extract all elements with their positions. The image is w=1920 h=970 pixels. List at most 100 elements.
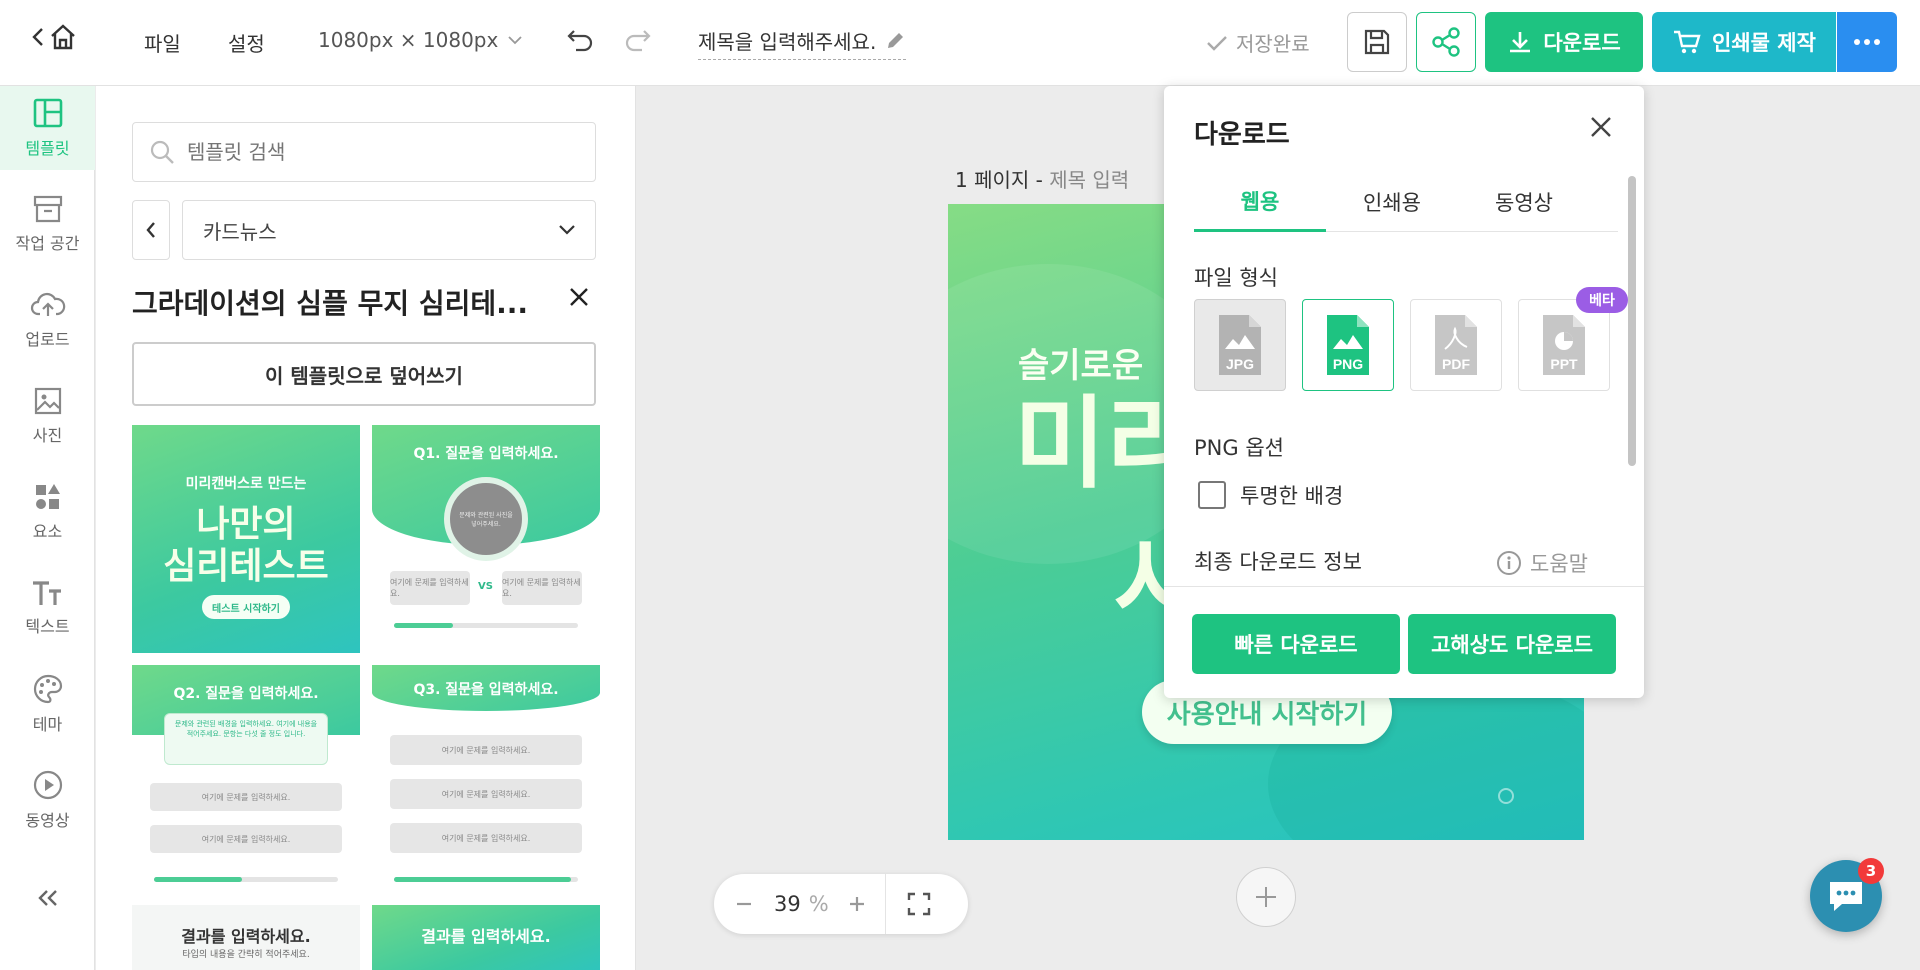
text-icon (31, 579, 65, 613)
home-button[interactable] (30, 22, 78, 52)
cart-icon (1672, 28, 1702, 56)
format-pdf-label: PDF (1442, 356, 1470, 372)
sidebar-item-upload[interactable]: 업로드 (0, 278, 95, 362)
zoom-out-button[interactable] (734, 894, 754, 914)
transparent-bg-option[interactable]: 투명한 배경 (1198, 480, 1343, 510)
collapse-sidebar-button[interactable] (0, 876, 95, 926)
jpg-file-icon: JPG (1219, 315, 1261, 375)
template-thumb-q1[interactable]: Q1. 질문을 입력하세요. 문제와 관련된 사진을 넣어주세요. 여기에 문제… (372, 425, 600, 653)
template-thumb-cover[interactable]: 미리캔버스로 만드는 나만의 심리테스트 테스트 시작하기 (132, 425, 360, 653)
template-thumb-result1[interactable]: 결과를 입력하세요. 타입의 내용을 간략히 적어주세요. (132, 905, 360, 970)
pencil-icon (884, 30, 906, 52)
sidebar-item-theme[interactable]: 테마 (0, 662, 95, 746)
thumb-text: 여기에 문제를 입력하세요. (502, 571, 582, 605)
sidebar-item-workspace[interactable]: 작업 공간 (0, 182, 95, 266)
tab-video[interactable]: 동영상 (1458, 172, 1590, 232)
download-scrollbar[interactable] (1628, 176, 1636, 466)
category-back-button[interactable] (132, 200, 170, 260)
chat-badge: 3 (1858, 858, 1884, 884)
download-icon (1507, 29, 1533, 55)
undo-button[interactable] (566, 28, 594, 52)
template-thumb-result2[interactable]: 결과를 입력하세요. (372, 905, 600, 970)
close-icon (1588, 114, 1614, 140)
plus-icon (1254, 885, 1278, 909)
png-options-label: PNG 옵션 (1194, 436, 1284, 460)
sidebar-label: 텍스트 (25, 617, 70, 636)
redo-icon (624, 28, 652, 52)
progress-fill (154, 877, 243, 882)
png-file-icon: PNG (1327, 315, 1369, 375)
format-png[interactable]: PNG (1302, 299, 1394, 391)
overwrite-template-button[interactable]: 이 템플릿으로 덮어쓰기 (132, 342, 596, 406)
download-button[interactable]: 다운로드 (1485, 12, 1643, 72)
undo-icon (566, 28, 594, 52)
share-icon (1430, 26, 1462, 58)
more-icon (1852, 38, 1882, 46)
hires-download-button[interactable]: 고해상도 다운로드 (1408, 614, 1616, 674)
download-panel: 다운로드 웹용 인쇄용 동영상 파일 형식 JPG PNG PDF PPT 베타… (1164, 86, 1644, 698)
thumb-text: 여기에 문제를 입력하세요. (150, 825, 342, 853)
sidebar-item-text[interactable]: 텍스트 (0, 566, 95, 650)
sidebar-label: 작업 공간 (15, 234, 80, 253)
save-icon (1362, 27, 1392, 57)
share-button[interactable] (1416, 12, 1476, 72)
tab-web[interactable]: 웹용 (1194, 172, 1326, 232)
tab-print[interactable]: 인쇄용 (1326, 172, 1458, 232)
sidebar-item-photo[interactable]: 사진 (0, 374, 95, 458)
quick-download-button[interactable]: 빠른 다운로드 (1192, 614, 1400, 674)
save-status-label: 저장완료 (1236, 32, 1310, 56)
thumb-text: Q1. 질문을 입력하세요. (413, 446, 559, 462)
category-select[interactable]: 카드뉴스 (182, 200, 596, 260)
close-template-button[interactable] (566, 284, 592, 314)
thumb-text: 여기에 문제를 입력하세요. (390, 779, 582, 809)
search-input[interactable] (187, 140, 567, 164)
play-icon (32, 769, 64, 807)
format-png-label: PNG (1333, 356, 1363, 372)
format-pdf[interactable]: PDF (1410, 299, 1502, 391)
file-menu[interactable]: 파일 (144, 28, 181, 57)
more-button[interactable] (1837, 12, 1897, 72)
fullscreen-icon[interactable] (906, 891, 932, 917)
page-number: 1 페이지 - (955, 168, 1043, 192)
transparent-bg-label: 투명한 배경 (1240, 484, 1344, 508)
zoom-in-button[interactable] (847, 894, 867, 914)
settings-menu[interactable]: 설정 (228, 28, 265, 57)
sidebar-item-video[interactable]: 동영상 (0, 758, 95, 842)
save-button[interactable] (1347, 12, 1407, 72)
thumb-text: 결과를 입력하세요. (421, 927, 551, 946)
redo-button[interactable] (624, 28, 652, 52)
template-title: 그라데이션의 심플 무지 심리테... (132, 287, 529, 320)
format-jpg[interactable]: JPG (1194, 299, 1286, 391)
add-page-button[interactable] (1236, 867, 1296, 927)
template-search[interactable] (132, 122, 596, 182)
sidebar-label: 요소 (32, 522, 63, 541)
info-icon (1496, 550, 1522, 576)
save-status: 저장완료 (1206, 28, 1310, 57)
thumb-text: Q3. 질문을 입력하세요. (413, 682, 559, 698)
print-order-button[interactable]: 인쇄물 제작 (1652, 12, 1836, 72)
template-thumb-q2[interactable]: Q2. 질문을 입력하세요. 문제와 관련된 배경을 입력하세요. 여기에 내용… (132, 665, 360, 893)
shapes-icon (33, 482, 63, 518)
transparent-bg-checkbox[interactable] (1198, 481, 1226, 509)
sidebar-item-elements[interactable]: 요소 (0, 470, 95, 554)
zoom-value[interactable]: 39 (774, 892, 801, 916)
page-title-input[interactable]: 제목 입력 (1049, 168, 1129, 192)
doc-title-field[interactable]: 제목을 입력해주세요. (698, 26, 907, 60)
close-download-button[interactable] (1588, 114, 1614, 144)
thumb-text: 여기에 문제를 입력하세요. (150, 783, 342, 811)
template-thumb-q3[interactable]: Q3. 질문을 입력하세요. 여기에 문제를 입력하세요. 여기에 문제를 입력… (372, 665, 600, 893)
format-ppt-label: PPT (1550, 356, 1578, 372)
sidebar-item-template[interactable]: 템플릿 (0, 86, 95, 170)
template-panel: 카드뉴스 그라데이션의 심플 무지 심리테... 이 템플릿으로 덮어쓰기 미리… (96, 86, 636, 970)
page-label: 1 페이지 - 제목 입력 (955, 164, 1129, 193)
chevron-down-icon (508, 35, 522, 45)
size-dropdown[interactable]: 1080px × 1080px (318, 28, 522, 52)
canvas-small-title: 슬기로운 (1018, 346, 1144, 386)
palette-icon (32, 673, 64, 711)
close-icon (566, 284, 592, 310)
help-link[interactable]: 도움말 (1496, 548, 1588, 578)
thumb-text: VS (478, 581, 493, 592)
chevron-down-icon (559, 225, 575, 235)
sidebar-label: 테마 (32, 715, 63, 734)
archive-icon (32, 194, 64, 230)
